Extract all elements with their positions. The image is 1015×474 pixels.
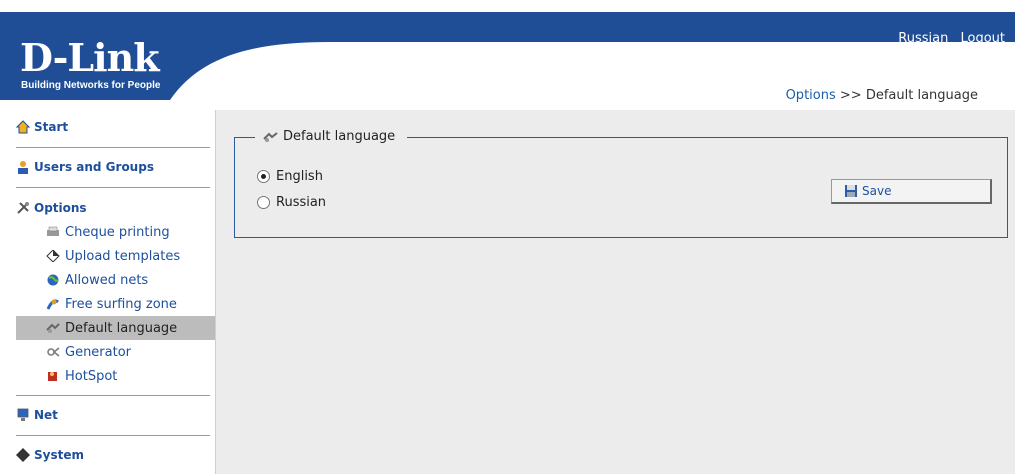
sidebar-section-users[interactable]: Users and Groups [16, 160, 210, 174]
sidebar-item-allowed-nets[interactable]: Allowed nets [16, 268, 215, 292]
sidebar-item-upload-templates[interactable]: Upload templates [16, 244, 215, 268]
sidebar-item-label: Upload templates [65, 248, 181, 264]
sidebar-item-label: Generator [65, 344, 132, 360]
sidebar-item-generator[interactable]: Generator [16, 340, 215, 364]
sidebar-section-label: Users and Groups [34, 160, 154, 174]
home-icon [15, 120, 31, 134]
breadcrumb: Options >> Default language [786, 88, 978, 103]
radio-button[interactable] [257, 196, 270, 209]
logout-link[interactable]: Logout [960, 31, 1005, 46]
sidebar-item-label: Free surfing zone [65, 296, 177, 312]
sidebar-section-label: Start [34, 120, 69, 134]
hotspot-icon [46, 370, 60, 382]
sidebar-divider [16, 435, 210, 436]
sidebar-divider [16, 395, 210, 396]
dlink-logo: D-Link [20, 35, 160, 80]
generator-icon [46, 346, 60, 358]
main-panel: Default language English Russian Save [215, 110, 1015, 474]
surfer-icon [46, 298, 60, 310]
radio-button-checked[interactable] [257, 170, 270, 183]
language-icon [263, 131, 279, 143]
sidebar-section-start[interactable]: Start [15, 120, 210, 134]
default-language-fieldset: Default language English Russian Save [234, 129, 1008, 238]
printer-icon [46, 226, 60, 238]
sidebar-item-free-surfing-zone[interactable]: Free surfing zone [16, 292, 215, 316]
sidebar-item-label: Cheque printing [65, 224, 170, 240]
save-button-label: Save [862, 184, 892, 198]
sidebar-item-label: HotSpot [65, 368, 118, 384]
header: D-Link Building Networks for People Russ… [0, 0, 1015, 103]
header-banner: D-Link Building Networks for People Russ… [0, 12, 1015, 100]
users-icon [16, 160, 30, 174]
sidebar-section-net[interactable]: Net [16, 408, 210, 422]
sidebar-item-label: Allowed nets [65, 272, 149, 288]
computer-icon [16, 408, 30, 422]
sidebar-section-label: System [34, 448, 84, 462]
language-icon [46, 322, 60, 334]
breadcrumb-options-link[interactable]: Options [786, 88, 836, 103]
radio-english[interactable]: English [257, 169, 323, 184]
floppy-disk-icon [844, 184, 858, 198]
breadcrumb-separator: >> [839, 88, 862, 103]
globe-icon [46, 274, 60, 286]
breadcrumb-current: Default language [865, 88, 978, 103]
legend-label: Default language [283, 129, 396, 144]
save-button[interactable]: Save [831, 179, 992, 204]
tools-icon [16, 201, 30, 215]
sidebar: Start Users and Groups Options Cheque pr… [0, 110, 215, 474]
sidebar-section-label: Options [34, 201, 87, 215]
sidebar-section-label: Net [34, 408, 58, 422]
sidebar-item-label: Default language [65, 320, 178, 336]
radio-russian[interactable]: Russian [257, 195, 326, 210]
radio-label: Russian [276, 195, 327, 210]
sidebar-divider [16, 147, 210, 148]
sidebar-section-options[interactable]: Options [16, 201, 210, 215]
sidebar-divider [16, 187, 210, 188]
language-link[interactable]: Russian [898, 31, 948, 46]
sidebar-item-cheque-printing[interactable]: Cheque printing [16, 220, 215, 244]
logo-tagline: Building Networks for People [21, 80, 161, 91]
radio-label: English [276, 169, 323, 184]
system-diamond-icon [16, 448, 30, 462]
sidebar-item-default-language[interactable]: Default language [16, 316, 215, 340]
diamond-icon [46, 249, 60, 263]
fieldset-legend: Default language [255, 129, 408, 144]
sidebar-section-system[interactable]: System [16, 448, 210, 462]
top-links: Russian Logout [890, 31, 1005, 46]
sidebar-item-hotspot[interactable]: HotSpot [16, 364, 215, 388]
